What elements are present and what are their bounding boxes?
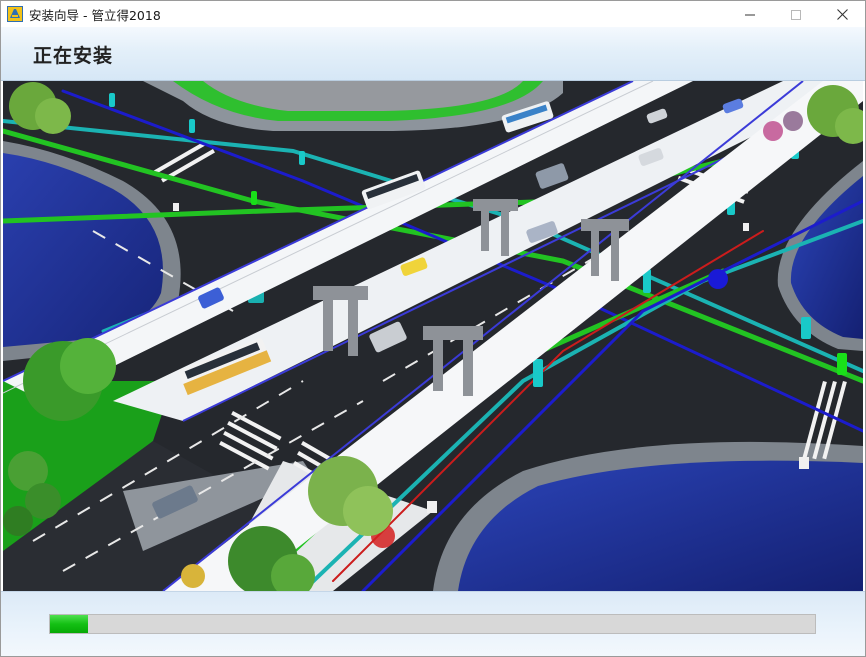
install-progress-fill [50,615,89,633]
install-progress-bar [49,614,816,634]
minimize-button[interactable] [727,1,773,27]
footer-band [1,591,865,656]
minimize-icon [745,5,755,24]
page-title: 正在安装 [33,45,114,67]
title-bar[interactable]: 安装向导 - 管立得2018 [1,1,865,27]
road-pipeline-3d-illustration [3,81,863,591]
app-logo-icon [7,6,23,22]
header-band: 正在安装 [1,27,865,81]
close-button[interactable] [819,1,865,27]
installer-window: 安装向导 - 管立得2018 正在安装 [0,0,866,657]
close-icon [836,5,848,24]
maximize-button[interactable] [773,1,819,27]
maximize-icon [791,5,801,24]
window-title: 安装向导 - 管立得2018 [29,8,161,23]
